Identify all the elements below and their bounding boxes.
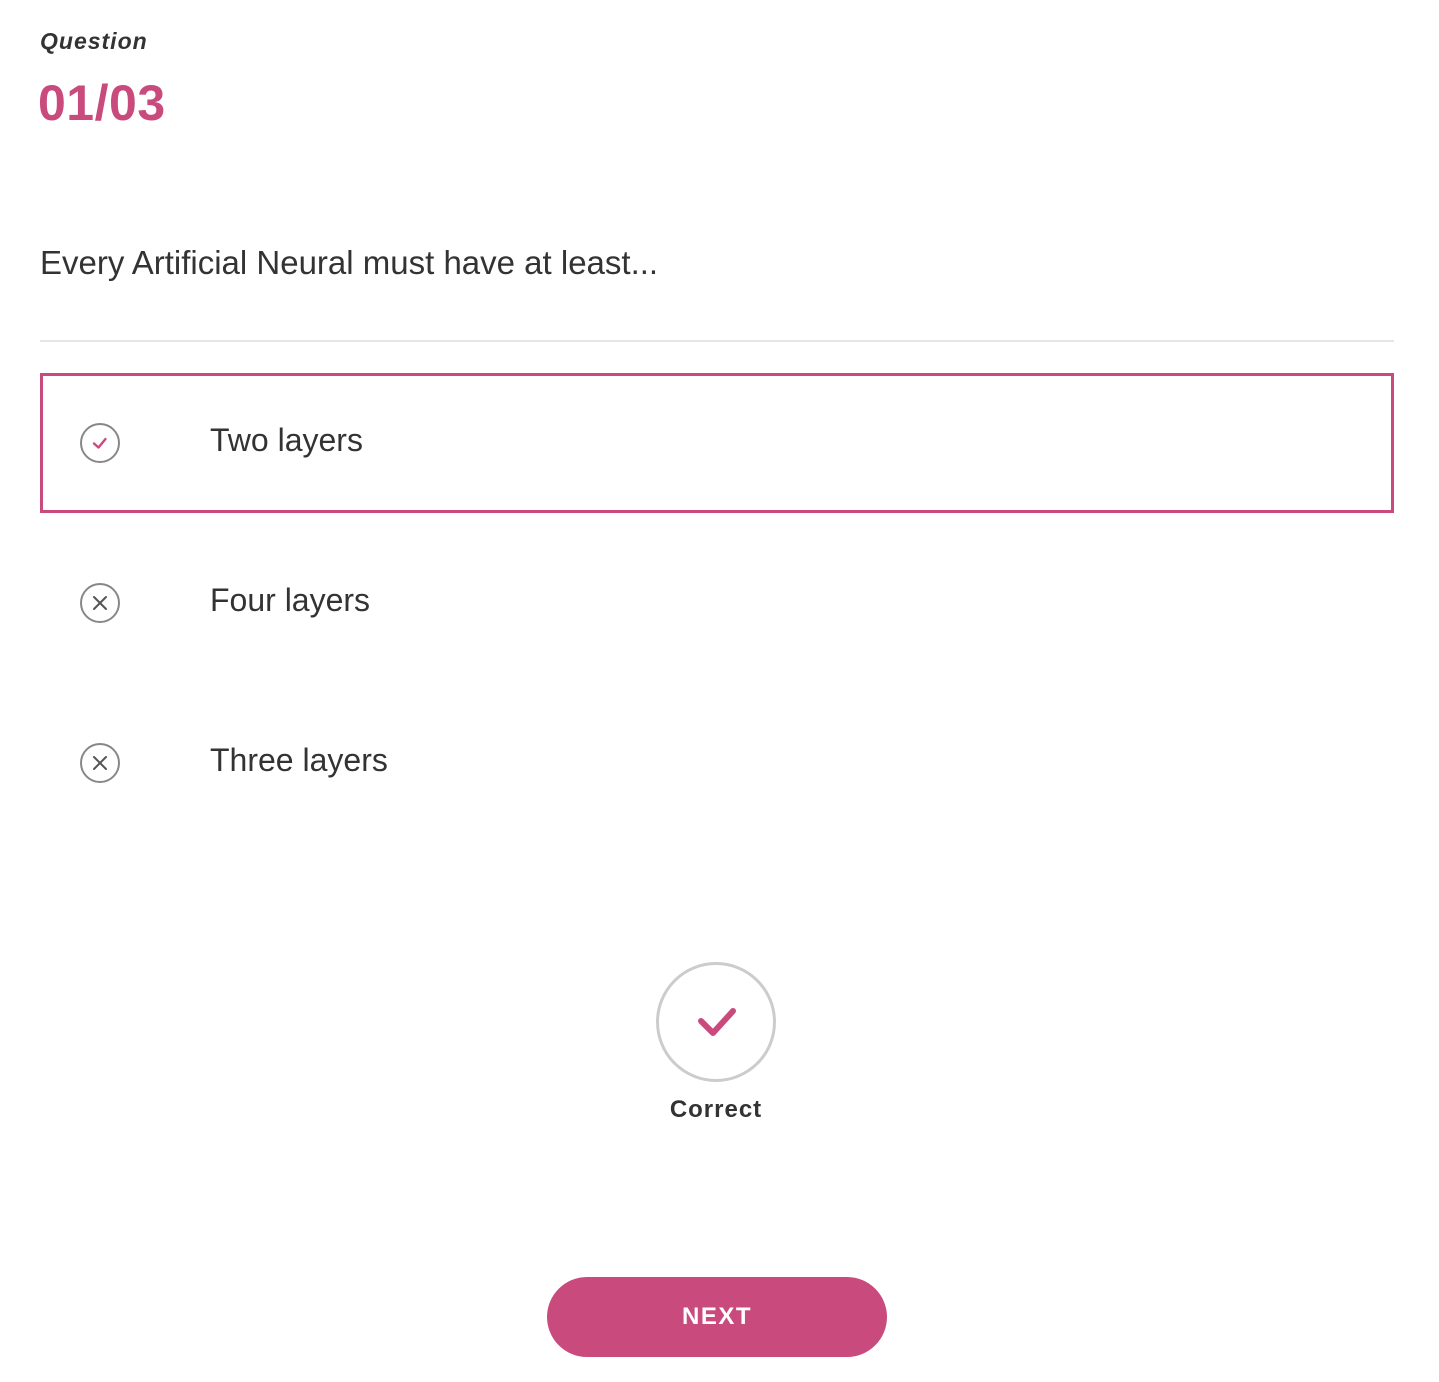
next-button[interactable]: NEXT: [547, 1277, 887, 1357]
question-label: Question: [40, 28, 148, 54]
x-circle-icon: [80, 583, 120, 623]
answer-option-three-layers[interactable]: Three layers: [40, 693, 1394, 833]
question-counter: 01/03: [38, 75, 166, 131]
result-label: Correct: [669, 1096, 763, 1123]
answer-option-four-layers[interactable]: Four layers: [40, 533, 1394, 673]
answer-option-two-layers[interactable]: Two layers: [40, 373, 1394, 513]
result-circle: [656, 962, 776, 1082]
answer-option-label: Two layers: [210, 422, 363, 458]
checkmark-icon: [698, 1008, 736, 1036]
x-circle-icon: [80, 743, 120, 783]
divider: [40, 340, 1394, 342]
question-text: Every Artificial Neural must have at lea…: [40, 244, 659, 281]
check-circle-icon: [80, 423, 120, 463]
answer-option-label: Three layers: [210, 742, 388, 778]
answer-option-label: Four layers: [210, 582, 371, 618]
result-indicator: Correct: [656, 962, 778, 1123]
